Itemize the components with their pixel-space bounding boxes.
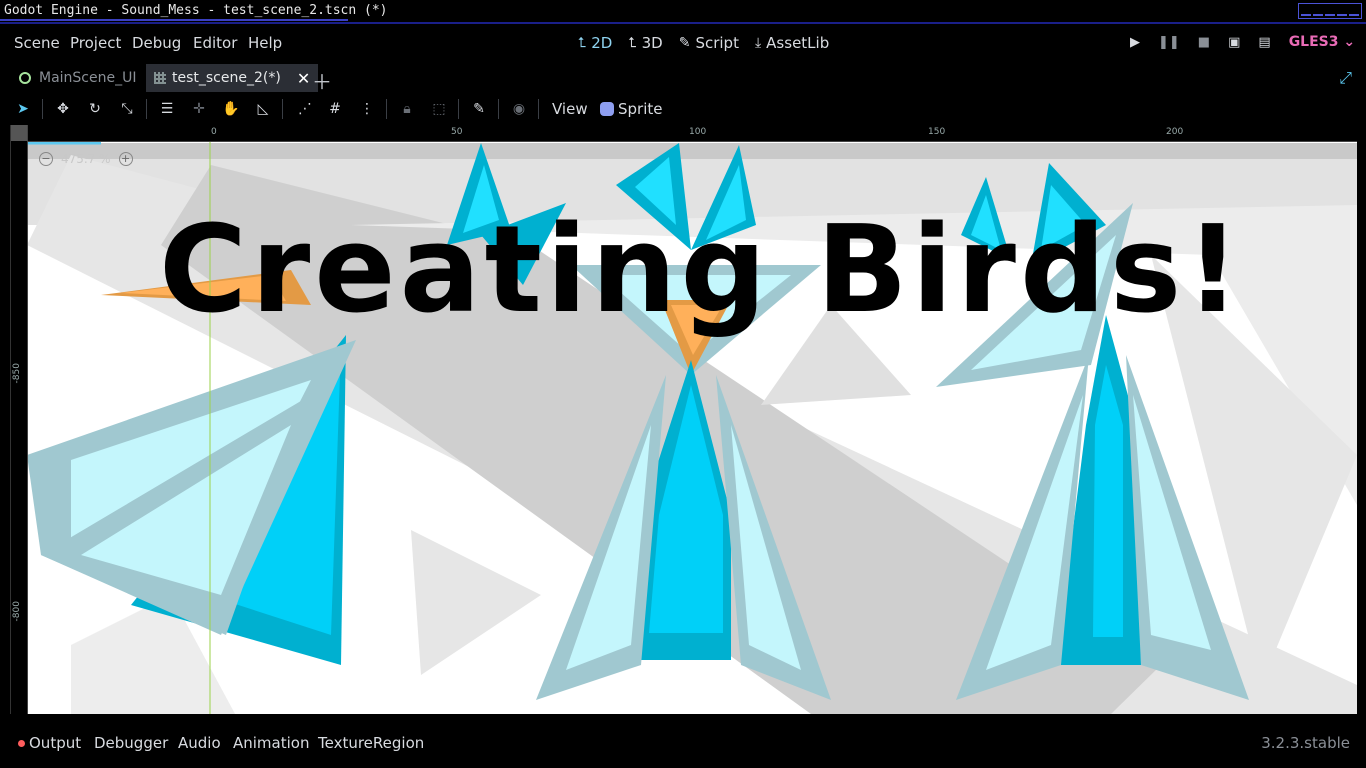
menu-editor[interactable]: Editor [193,34,237,52]
zoom-level[interactable]: 475.7 % [61,152,111,166]
play-scene-icon[interactable]: ▣ [1228,35,1240,50]
stop-icon[interactable]: ■ [1198,35,1210,50]
pan-mode-icon[interactable]: ✋ [222,100,240,118]
bottom-tab-audio[interactable]: Audio [178,734,221,752]
main-menubar: Scene Project Debug Editor Help ⮤ 2D ⮤ 3D … [0,24,1366,62]
ruler-left[interactable]: -850 -800 [11,125,28,714]
workspace-assetlib[interactable]: ⤓ AssetLib [755,34,829,52]
menu-help[interactable]: Help [248,34,282,52]
scene-overlay-text: Creating Birds! [159,201,1245,340]
smart-snap-icon[interactable]: ⋰ [296,100,314,118]
grid-snap-icon[interactable]: # [326,100,344,118]
select-mode-icon[interactable]: ➤ [14,100,32,118]
workspace-3d-label: 3D [641,34,663,52]
window-control-icon[interactable] [1349,6,1359,16]
workspace-script[interactable]: ✎ Script [679,34,739,52]
bottom-tab-label: Output [29,734,82,752]
window-titlebar: Godot Engine - Sound_Mess - test_scene_2… [0,0,1366,24]
menu-project[interactable]: Project [70,34,121,52]
bottom-tab-animation[interactable]: Animation [233,734,309,752]
group-icon[interactable]: ⬚ [430,100,448,118]
tilemap-icon [154,72,166,84]
ruler-top-label: 0 [211,127,217,137]
engine-version: 3.2.3.stable [1261,734,1350,752]
snap-options-icon[interactable]: ⋮ [358,100,376,118]
workspace-3d[interactable]: ⮤ 3D [628,34,662,52]
error-indicator-icon [18,740,25,747]
pivot-mode-icon[interactable]: ✛ [190,100,208,118]
ruler-corner [11,125,27,141]
menu-debug[interactable]: Debug [132,34,181,52]
canvas-toolbar: ➤ ✥ ↻ ⤡ ☰ ✛ ✋ ◺ ⋰ # ⋮ 🔒︎ ⬚ ✎ ◉ View Spri… [0,93,1366,125]
scale-mode-icon[interactable]: ⤡ [118,100,136,118]
toolbar-separator [498,99,499,119]
sprite-menu-label: Sprite [618,100,663,118]
play-icon[interactable]: ▶ [1130,35,1140,50]
ruler-left-label: -800 [12,601,22,622]
add-scene-tab-button[interactable]: ＋ [312,66,332,95]
camera-icon[interactable]: ◉ [510,100,528,118]
sprite-icon [600,102,614,116]
ruler-top[interactable]: 0 50 100 150 200 [11,125,1357,142]
ruler-top-label: 50 [451,127,463,137]
window-control-icon[interactable] [1301,6,1311,16]
zoom-in-button[interactable]: + [118,152,133,166]
window-control-icon[interactable] [1337,6,1347,16]
workspace-tabs: ⮤ 2D ⮤ 3D ✎ Script ⤓ AssetLib [578,34,829,52]
bottom-tab-output[interactable]: Output [18,734,81,752]
view-menu[interactable]: View [552,100,588,118]
toolbar-separator [458,99,459,119]
workspace-assetlib-label: AssetLib [766,34,830,52]
3d-icon: ⮤ [628,35,637,51]
scene-root-icon [19,72,31,84]
window-title: Godot Engine - Sound_Mess - test_scene_2… [4,3,388,18]
script-icon: ✎ [678,35,691,51]
ruler-mode-icon[interactable]: ◺ [254,100,272,118]
playtest-controls: ▶ ❚❚ ■ ▣ ▤ GLES3 ⌄ [1130,34,1355,50]
scene-tabs: MainScene_UI test_scene_2(*) ✕ ＋ ⤢ [0,63,1366,95]
bottom-tab-textureregion[interactable]: TextureRegion [318,734,424,752]
workspace-2d[interactable]: ⮤ 2D [578,34,612,52]
toolbar-separator [146,99,147,119]
scene-tab-test-scene-2[interactable]: test_scene_2(*) ✕ [146,64,319,92]
2d-icon: ⮤ [578,35,587,51]
bone-icon[interactable]: ✎ [470,100,488,118]
menu-scene[interactable]: Scene [14,34,60,52]
workspace-2d-label: 2D [591,34,613,52]
window-control-icon[interactable] [1325,6,1335,16]
window-controls[interactable] [1298,3,1362,19]
pause-icon[interactable]: ❚❚ [1158,35,1180,50]
toolbar-separator [538,99,539,119]
canvas-viewport[interactable]: 0 50 100 150 200 -850 -800 − 475.7 % + C… [10,125,1357,714]
assetlib-icon: ⤓ [754,35,762,51]
move-mode-icon[interactable]: ✥ [54,100,72,118]
scene-tab-label: MainScene_UI [39,70,137,86]
ruler-top-label: 100 [689,127,707,137]
window-control-icon[interactable] [1313,6,1323,16]
rotate-mode-icon[interactable]: ↻ [86,100,104,118]
ruler-top-label: 150 [928,127,946,137]
sprite-menu[interactable]: Sprite [600,100,663,118]
ruler-top-label: 200 [1166,127,1184,137]
title-underline [0,19,348,21]
zoom-out-button[interactable]: − [39,152,53,166]
renderer-label: GLES3 [1288,34,1339,50]
chevron-down-icon: ⌄ [1343,34,1356,50]
scene-tab-label: test_scene_2(*) [172,70,281,86]
toolbar-separator [42,99,43,119]
list-select-icon[interactable]: ☰ [158,100,176,118]
bottom-panel-tabs: Output Debugger Audio Animation TextureR… [0,726,1366,760]
lock-icon[interactable]: 🔒︎ [398,100,416,118]
renderer-select[interactable]: GLES3 ⌄ [1289,34,1355,50]
workspace-script-label: Script [695,34,739,52]
play-custom-scene-icon[interactable]: ▤ [1258,35,1270,50]
ruler-left-label: -850 [12,363,22,384]
close-icon[interactable]: ✕ [297,69,310,88]
toolbar-separator [282,99,283,119]
bottom-tab-debugger[interactable]: Debugger [94,734,168,752]
distraction-free-icon[interactable]: ⤢ [1339,68,1352,88]
zoom-controls: − 475.7 % + [39,152,133,166]
scene-tab-mainscene-ui[interactable]: MainScene_UI [14,64,136,92]
toolbar-separator [386,99,387,119]
